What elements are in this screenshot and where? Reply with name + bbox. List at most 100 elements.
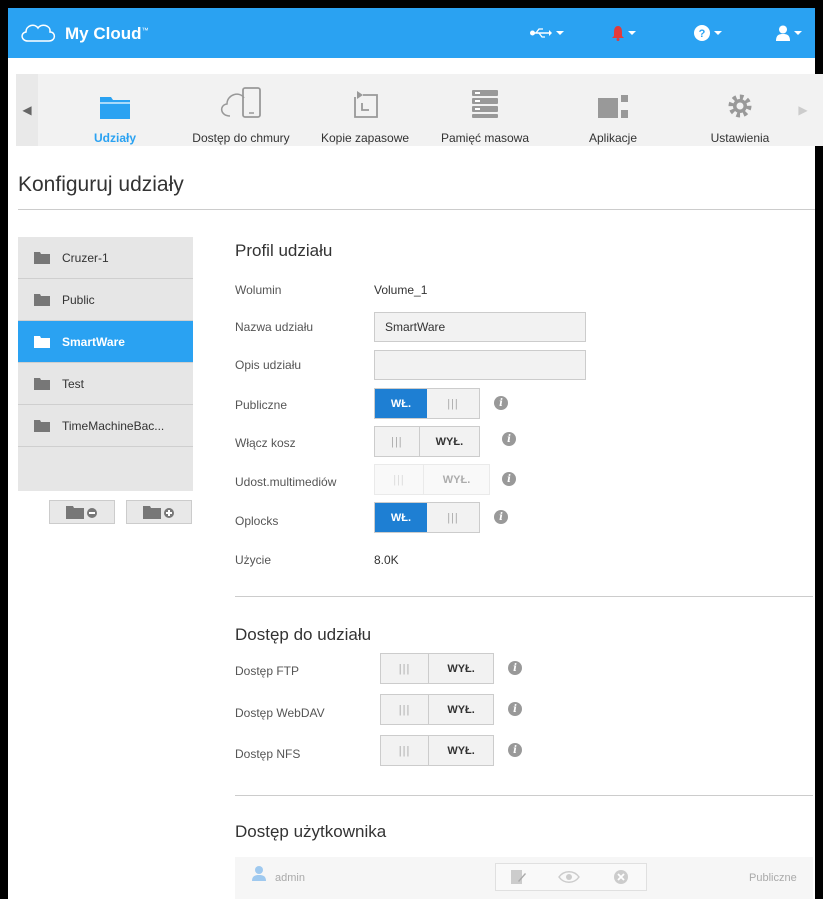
nfs-access-toggle[interactable]: ||| WYŁ.: [380, 735, 494, 766]
remove-share-button[interactable]: [49, 500, 115, 524]
folder-icon: [34, 336, 50, 348]
share-description-field[interactable]: [374, 350, 586, 380]
nav-item-apps[interactable]: Aplikacje: [576, 74, 650, 146]
public-toggle[interactable]: WŁ. |||: [374, 388, 480, 419]
divider: [235, 596, 813, 597]
oplocks-toggle[interactable]: WŁ. |||: [374, 502, 480, 533]
info-icon[interactable]: i: [494, 396, 508, 410]
usage-value: 8.0K: [374, 553, 399, 567]
nav-scroll-right-button[interactable]: ▶: [792, 74, 814, 146]
nav-label: Kopie zapasowe: [320, 131, 410, 145]
share-label: Public: [62, 292, 95, 307]
eye-icon[interactable]: [558, 871, 580, 883]
folder-icon: [34, 294, 50, 306]
share-label: SmartWare: [62, 334, 125, 349]
brand-title[interactable]: My Cloud™: [65, 24, 149, 44]
toggle-off: WYŁ.: [428, 736, 493, 765]
nfs-access-label: Dostęp NFS: [235, 747, 301, 761]
nav-item-backups[interactable]: Kopie zapasowe: [312, 74, 418, 146]
chevron-down-icon: [794, 31, 802, 35]
top-bar: My Cloud™ ?: [8, 8, 815, 58]
share-item-public[interactable]: Public: [18, 279, 193, 321]
access-section-title: Dostęp do udziału: [235, 625, 372, 644]
share-item-test[interactable]: Test: [18, 363, 193, 405]
toggle-handle: |||: [381, 736, 429, 765]
toggle-off: WYŁ.: [418, 427, 479, 456]
info-icon[interactable]: i: [508, 743, 522, 757]
edit-icon[interactable]: [510, 869, 526, 885]
user-access-row: admin Publiczne: [235, 857, 813, 899]
user-menu[interactable]: [776, 22, 802, 44]
recycle-bin-toggle[interactable]: ||| WYŁ.: [374, 426, 480, 457]
usb-icon: [530, 28, 552, 38]
toggle-handle: |||: [375, 465, 424, 494]
folder-icon: [100, 97, 130, 119]
chevron-down-icon: [714, 31, 722, 35]
gear-icon: [728, 94, 752, 118]
oplocks-label: Oplocks: [235, 514, 279, 528]
main-nav: ◀ Udziały Dostęp do chmury Kopie zapasow…: [16, 74, 823, 146]
chevron-down-icon: [556, 31, 564, 35]
page-title: Konfiguruj udziały: [18, 173, 184, 196]
folder-icon: [34, 378, 50, 390]
cloud-logo-icon: [21, 24, 56, 42]
toggle-handle: |||: [427, 389, 479, 418]
info-icon[interactable]: i: [508, 702, 522, 716]
info-icon[interactable]: i: [502, 432, 516, 446]
share-list: Cruzer-1 Public SmartWare Test TimeMachi…: [18, 237, 193, 491]
toggle-handle: |||: [381, 695, 429, 724]
toggle-off: WYŁ.: [428, 695, 493, 724]
user-icon: [252, 866, 266, 881]
nav-item-settings[interactable]: Ustawienia: [698, 74, 782, 146]
folder-remove-icon: [66, 506, 97, 519]
share-label: Cruzer-1: [62, 250, 109, 265]
nav-item-cloud-access[interactable]: Dostęp do chmury: [182, 74, 300, 146]
share-name-label: Nazwa udziału: [235, 320, 314, 334]
share-item-timemachine[interactable]: TimeMachineBac...: [18, 405, 193, 447]
svg-text:?: ?: [699, 28, 706, 40]
nav-label: Pamięć masowa: [440, 131, 530, 145]
alert-bell-icon: [612, 26, 624, 41]
apps-icon: [598, 95, 628, 118]
ftp-access-label: Dostęp FTP: [235, 664, 300, 678]
toggle-off: WYŁ.: [428, 654, 493, 683]
volume-label: Wolumin: [235, 283, 282, 297]
public-label: Publiczne: [235, 398, 288, 412]
share-item-cruzer[interactable]: Cruzer-1: [18, 237, 193, 279]
alerts-menu[interactable]: [612, 22, 636, 44]
nav-label: Ustawienia: [710, 131, 770, 145]
info-icon[interactable]: i: [502, 472, 516, 486]
toggle-handle: |||: [375, 427, 419, 456]
toggle-handle: |||: [381, 654, 429, 683]
webdav-access-toggle[interactable]: ||| WYŁ.: [380, 694, 494, 725]
share-name-field[interactable]: SmartWare: [374, 312, 586, 342]
user-access-section-title: Dostęp użytkownika: [235, 822, 387, 841]
info-icon[interactable]: i: [494, 510, 508, 524]
share-item-smartware[interactable]: SmartWare: [18, 321, 193, 363]
nav-item-shares[interactable]: Udziały: [78, 74, 152, 146]
no-access-icon[interactable]: [613, 869, 629, 885]
divider: [18, 209, 815, 210]
storage-icon: [472, 90, 498, 118]
divider: [235, 795, 813, 796]
toggle-on: WŁ.: [375, 389, 427, 418]
share-description-label: Opis udziału: [235, 358, 302, 372]
nav-label: Aplikacje: [588, 131, 638, 145]
toggle-on: WŁ.: [375, 503, 427, 532]
access-level-label: Publiczne: [749, 872, 797, 884]
usb-menu[interactable]: [530, 22, 564, 44]
info-icon[interactable]: i: [508, 661, 522, 675]
toggle-off: WYŁ.: [423, 465, 489, 494]
volume-value: Volume_1: [374, 283, 428, 297]
folder-add-icon: [143, 506, 174, 519]
media-serving-toggle[interactable]: ||| WYŁ.: [374, 464, 490, 495]
profile-section-title: Profil udziału: [235, 241, 333, 260]
cloud-device-icon: [221, 87, 261, 118]
help-menu[interactable]: ?: [694, 22, 722, 44]
nav-item-storage[interactable]: Pamięć masowa: [432, 74, 538, 146]
nav-scroll-left-button[interactable]: ◀: [16, 74, 38, 146]
folder-icon: [34, 420, 50, 432]
backup-icon: [354, 91, 378, 118]
ftp-access-toggle[interactable]: ||| WYŁ.: [380, 653, 494, 684]
add-share-button[interactable]: [126, 500, 192, 524]
